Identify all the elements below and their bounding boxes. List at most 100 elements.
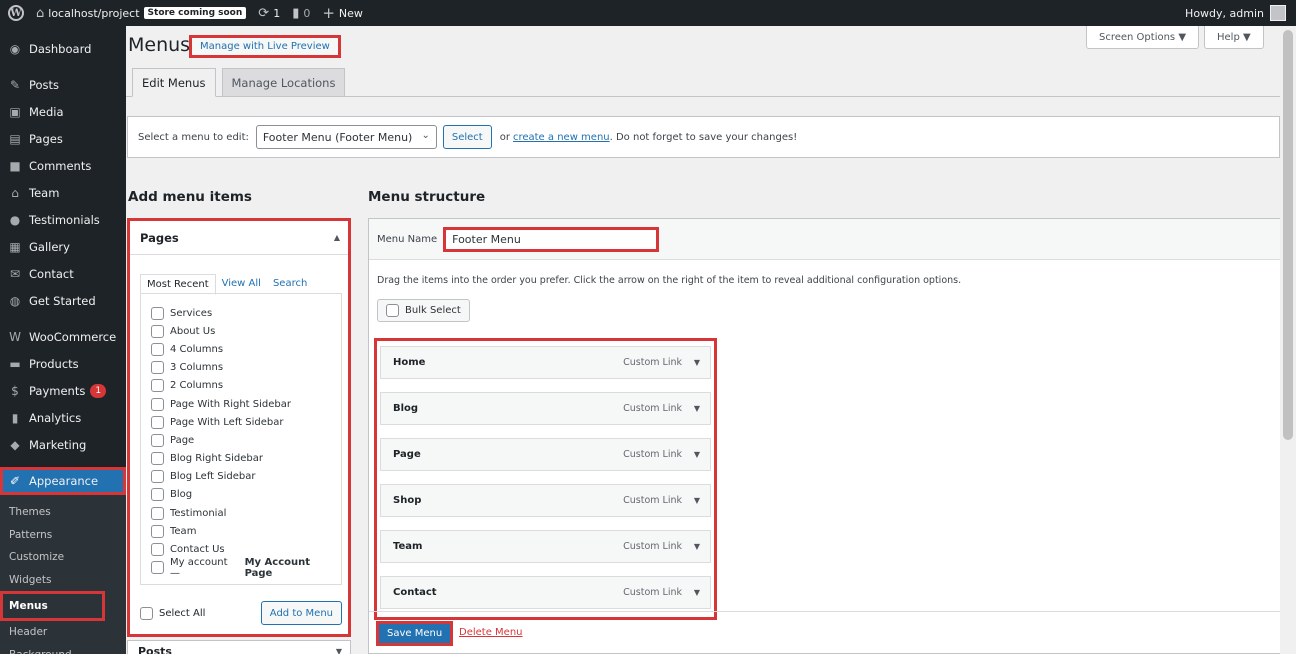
select-all-checkbox[interactable] [140, 606, 153, 620]
tab-manage-locations[interactable]: Manage Locations [221, 68, 346, 97]
sidebar-item-team[interactable]: ⌂ Team [0, 179, 126, 206]
menu-item-blog[interactable]: Blog Custom Link ▼ [380, 392, 711, 425]
page-checkbox[interactable] [151, 306, 164, 320]
page-checkbox[interactable] [151, 488, 164, 502]
page-checkbox[interactable] [151, 415, 164, 429]
page-checkbox[interactable] [151, 433, 164, 447]
tab-search[interactable]: Search [267, 274, 313, 295]
page-checkbox[interactable] [151, 561, 164, 575]
expand-arrow-icon[interactable]: ▼ [694, 588, 700, 597]
new-content-link[interactable]: + New [316, 0, 369, 26]
sidebar-item-payments[interactable]: $ Payments 1 [0, 377, 126, 404]
sidebar-item-analytics[interactable]: ▮ Analytics [0, 404, 126, 431]
submenu-item-menus[interactable]: Menus [0, 591, 105, 621]
expand-arrow-icon[interactable]: ▼ [694, 496, 700, 505]
tab-most-recent[interactable]: Most Recent [140, 274, 216, 295]
page-checkbox[interactable] [151, 379, 164, 393]
sidebar-item-posts[interactable]: ✎ Posts [0, 71, 126, 98]
expand-arrow-icon[interactable]: ▼ [336, 647, 342, 654]
sidebar-item-media[interactable]: ▣ Media [0, 98, 126, 125]
page-checkbox[interactable] [151, 506, 164, 520]
submenu-item-patterns[interactable]: Patterns [0, 524, 126, 547]
list-item: Blog [151, 486, 341, 504]
site-name-link[interactable]: ⌂ localhost/project Store coming soon [30, 0, 252, 26]
menu-item-contact[interactable]: Contact Custom Link ▼ [380, 576, 711, 609]
page-checkbox[interactable] [151, 524, 164, 538]
pages-tabs: Most Recent View All Search [140, 274, 313, 295]
tab-edit-menus[interactable]: Edit Menus [132, 68, 216, 97]
menu-item-type: Custom Link [623, 449, 682, 460]
sidebar-item-dashboard[interactable]: ◉ Dashboard [0, 35, 126, 62]
live-preview-button[interactable]: Manage with Live Preview [189, 35, 341, 58]
sidebar-item-label: WooCommerce [29, 329, 117, 344]
expand-arrow-icon[interactable]: ▼ [694, 542, 700, 551]
posts-metabox-header[interactable]: Posts ▼ [127, 640, 351, 654]
sidebar-item-testimonials[interactable]: ● Testimonials [0, 206, 126, 233]
select-button[interactable]: Select [442, 125, 492, 149]
add-to-menu-button[interactable]: Add to Menu [260, 601, 342, 625]
page-checkbox[interactable] [151, 324, 164, 338]
sidebar-item-contact[interactable]: ✉ Contact [0, 260, 126, 287]
page-scrollbar[interactable] [1280, 26, 1296, 654]
submenu-item-themes[interactable]: Themes [0, 501, 126, 524]
my-account-link[interactable]: Howdy, admin [1179, 0, 1296, 26]
page-checkbox[interactable] [151, 470, 164, 484]
menu-item-team[interactable]: Team Custom Link ▼ [380, 530, 711, 563]
sidebar-item-woocommerce[interactable]: W WooCommerce [0, 323, 126, 350]
appearance-submenu: Themes Patterns Customize Widgets Menus Heade… [0, 495, 126, 654]
sidebar-item-label: Marketing [29, 437, 87, 452]
submenu-item-customize[interactable]: Customize [0, 546, 126, 569]
page-checkbox[interactable] [151, 397, 164, 411]
menu-select[interactable]: Footer Menu (Footer Menu) ⌄ [255, 125, 437, 149]
submenu-item-widgets[interactable]: Widgets [0, 569, 126, 592]
menu-item-title: Blog [393, 403, 419, 414]
bulk-select-checkbox[interactable] [386, 304, 399, 317]
comments-link[interactable]: ▮ 0 [286, 0, 316, 26]
sidebar-item-pages[interactable]: ▤ Pages [0, 125, 126, 152]
menu-item-page[interactable]: Page Custom Link ▼ [380, 438, 711, 471]
help-button[interactable]: Help ▼ [1204, 26, 1264, 49]
manage-menus-bar: Select a menu to edit: Footer Menu (Foot… [127, 116, 1280, 158]
page-checkbox[interactable] [151, 543, 164, 557]
sidebar-item-gallery[interactable]: ▦ Gallery [0, 233, 126, 260]
admin-bar: W ⌂ localhost/project Store coming soon … [0, 0, 1296, 26]
delete-menu-link[interactable]: Delete Menu [459, 627, 523, 638]
menu-item-shop[interactable]: Shop Custom Link ▼ [380, 484, 711, 517]
menu-name-input[interactable]: Footer Menu [443, 226, 660, 252]
updates-link[interactable]: ⟳ 1 [252, 0, 286, 26]
collapse-arrow-icon[interactable]: ▲ [334, 233, 340, 242]
expand-arrow-icon[interactable]: ▼ [694, 358, 700, 367]
expand-arrow-icon[interactable]: ▼ [694, 450, 700, 459]
list-item: Page With Left Sidebar [151, 413, 341, 431]
bulk-select-button[interactable]: Bulk Select [377, 299, 470, 322]
pages-metabox-header[interactable]: Pages ▲ [130, 221, 348, 255]
users-icon: ● [9, 212, 21, 227]
tab-view-all[interactable]: View All [216, 274, 267, 295]
page-label: Testimonial [170, 507, 227, 519]
sidebar-item-marketing[interactable]: ◆ Marketing [0, 431, 126, 458]
chevron-down-icon: ⌄ [421, 130, 430, 141]
sidebar-item-products[interactable]: ▬ Products [0, 350, 126, 377]
store-status-badge: Store coming soon [143, 7, 247, 19]
page-label-strong: My Account Page [244, 556, 311, 579]
screen-options-button[interactable]: Screen Options ▼ [1086, 26, 1200, 49]
page-checkbox[interactable] [151, 342, 164, 356]
create-menu-link[interactable]: create a new menu [513, 132, 610, 143]
submenu-item-background[interactable]: Background [0, 644, 126, 654]
page-checkbox[interactable] [151, 452, 164, 466]
menu-item-type: Custom Link [623, 357, 682, 368]
archive-icon: ▬ [9, 356, 21, 371]
save-menu-button[interactable]: Save Menu [376, 621, 454, 646]
page-checkbox[interactable] [151, 361, 164, 375]
submenu-item-header[interactable]: Header [0, 621, 126, 644]
menu-item-home[interactable]: Home Custom Link ▼ [380, 346, 711, 379]
expand-arrow-icon[interactable]: ▼ [694, 404, 700, 413]
sidebar-item-appearance[interactable]: ✐ Appearance [0, 467, 126, 495]
page-label: Blog [170, 489, 193, 501]
sidebar-item-get-started[interactable]: ◍ Get Started [0, 287, 126, 314]
wp-logo-menu[interactable]: W [0, 0, 30, 26]
scrollbar-thumb[interactable] [1283, 30, 1293, 440]
admin-sidebar: ◉ Dashboard ✎ Posts ▣ Media ▤ Pages ■ Comments ⌂ Te… [0, 26, 126, 654]
sidebar-item-comments[interactable]: ■ Comments [0, 152, 126, 179]
menu-name-row: Menu Name Footer Menu [369, 219, 1280, 260]
